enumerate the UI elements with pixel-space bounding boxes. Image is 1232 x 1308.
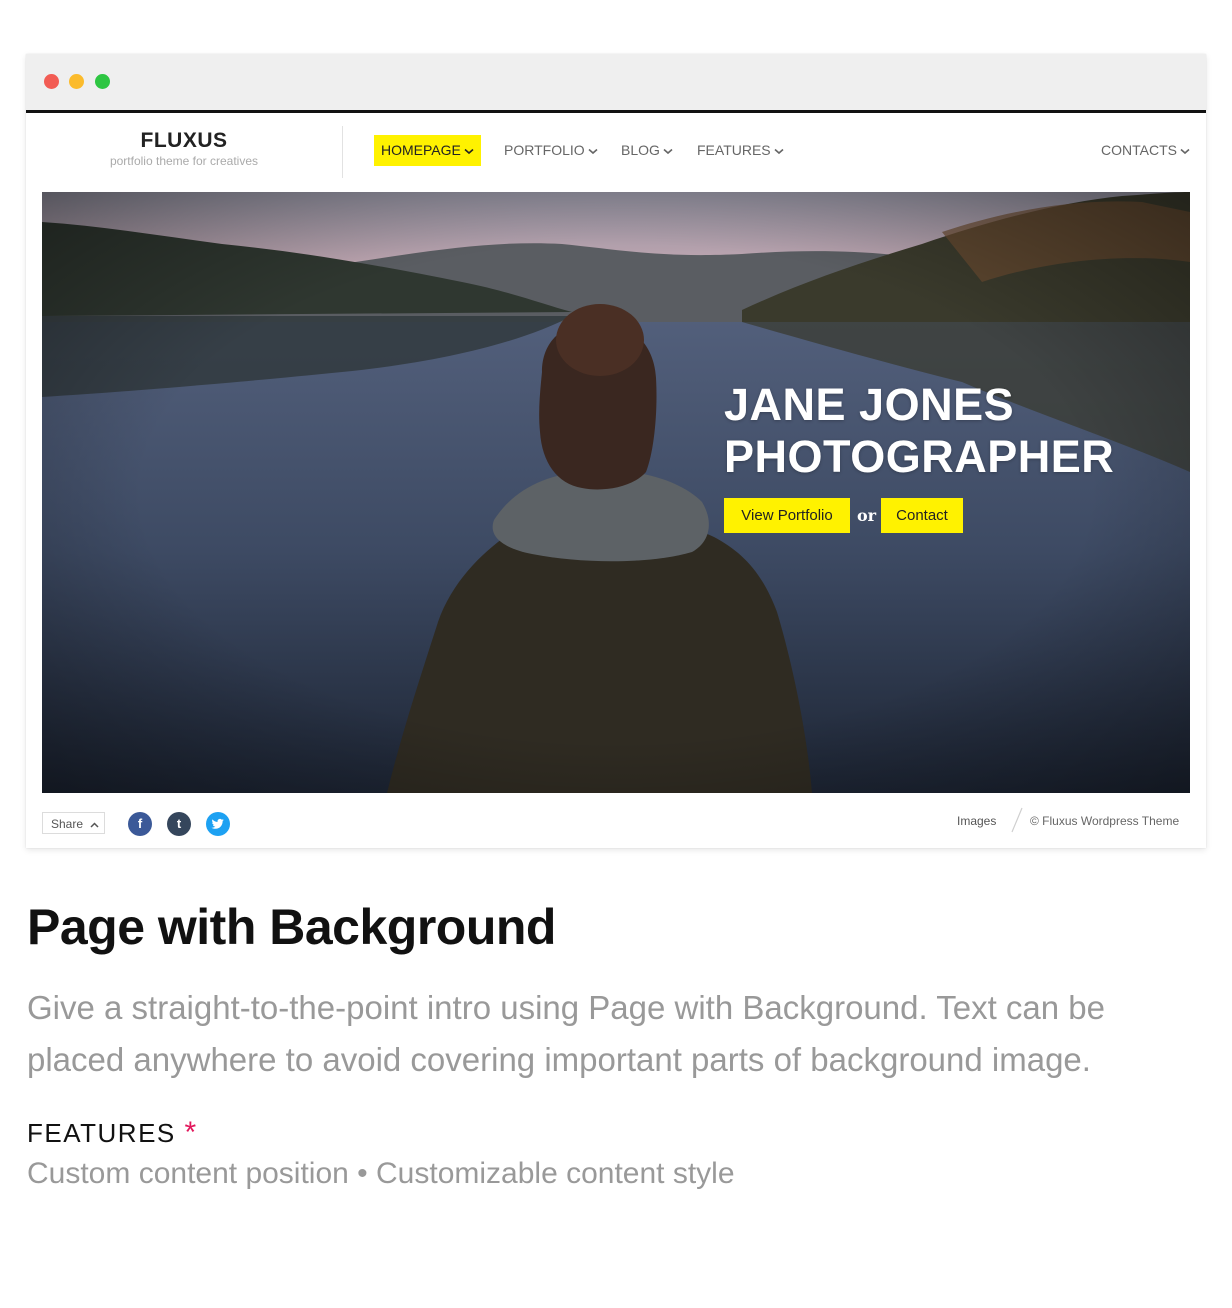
view-portfolio-button[interactable]: View Portfolio xyxy=(724,498,850,533)
chevron-down-icon xyxy=(1180,148,1190,154)
nav-item-contacts[interactable]: CONTACTS xyxy=(1101,135,1190,166)
chevron-up-icon xyxy=(90,822,99,828)
section-title: Page with Background xyxy=(27,899,556,955)
nav-item-features[interactable]: FEATURES xyxy=(697,135,784,166)
browser-titlebar xyxy=(26,54,1206,113)
hero-section: JANE JONES PHOTOGRAPHER View Portfolio o… xyxy=(42,192,1190,793)
twitter-icon[interactable] xyxy=(206,812,230,836)
nav-item-portfolio[interactable]: PORTFOLIO xyxy=(504,135,598,166)
site-logo[interactable]: FLUXUS portfolio theme for creatives xyxy=(86,129,282,168)
contact-button[interactable]: Contact xyxy=(881,498,963,533)
hero-title: JANE JONES PHOTOGRAPHER xyxy=(724,379,1114,483)
nav-label: PORTFOLIO xyxy=(504,142,585,158)
hero-title-line2: PHOTOGRAPHER xyxy=(724,431,1115,482)
browser-window: FLUXUS portfolio theme for creatives HOM… xyxy=(26,54,1206,848)
features-label: FEATURES xyxy=(27,1118,176,1148)
asterisk-icon: * xyxy=(184,1116,198,1149)
site-header: FLUXUS portfolio theme for creatives HOM… xyxy=(26,113,1206,191)
nav-label: FEATURES xyxy=(697,142,771,158)
nav-item-blog[interactable]: BLOG xyxy=(621,135,673,166)
chevron-down-icon xyxy=(588,148,598,154)
share-button[interactable]: Share xyxy=(42,812,105,834)
hero-title-line1: JANE JONES xyxy=(724,379,1015,430)
chevron-down-icon xyxy=(663,148,673,154)
features-list: Custom content position • Customizable c… xyxy=(27,1157,735,1190)
logo-tagline: portfolio theme for creatives xyxy=(109,154,259,168)
nav-label: BLOG xyxy=(621,142,660,158)
nav-item-homepage[interactable]: HOMEPAGE xyxy=(374,135,481,166)
minimize-window-button[interactable] xyxy=(69,74,84,89)
header-divider xyxy=(342,126,343,178)
nav-label: HOMEPAGE xyxy=(381,142,461,158)
chevron-down-icon xyxy=(464,148,474,154)
facebook-icon[interactable]: f xyxy=(128,812,152,836)
nav-label: CONTACTS xyxy=(1101,142,1177,158)
close-window-button[interactable] xyxy=(44,74,59,89)
share-label: Share xyxy=(51,817,84,831)
section-description: Give a straight-to-the-point intro using… xyxy=(27,989,1105,1078)
images-link[interactable]: Images xyxy=(957,814,996,828)
chevron-down-icon xyxy=(774,148,784,154)
features-heading: FEATURES * xyxy=(27,1116,198,1150)
hero-background-image xyxy=(42,192,1190,793)
footer-divider xyxy=(1011,807,1023,833)
hero-or-text: or xyxy=(857,506,877,525)
logo-name: FLUXUS xyxy=(140,129,228,152)
tumblr-icon[interactable]: t xyxy=(167,812,191,836)
maximize-window-button[interactable] xyxy=(95,74,110,89)
copyright-text: © Fluxus Wordpress Theme xyxy=(1030,814,1180,828)
site-footer: Share f t Images © Fluxus Wordpress Them… xyxy=(26,794,1206,848)
